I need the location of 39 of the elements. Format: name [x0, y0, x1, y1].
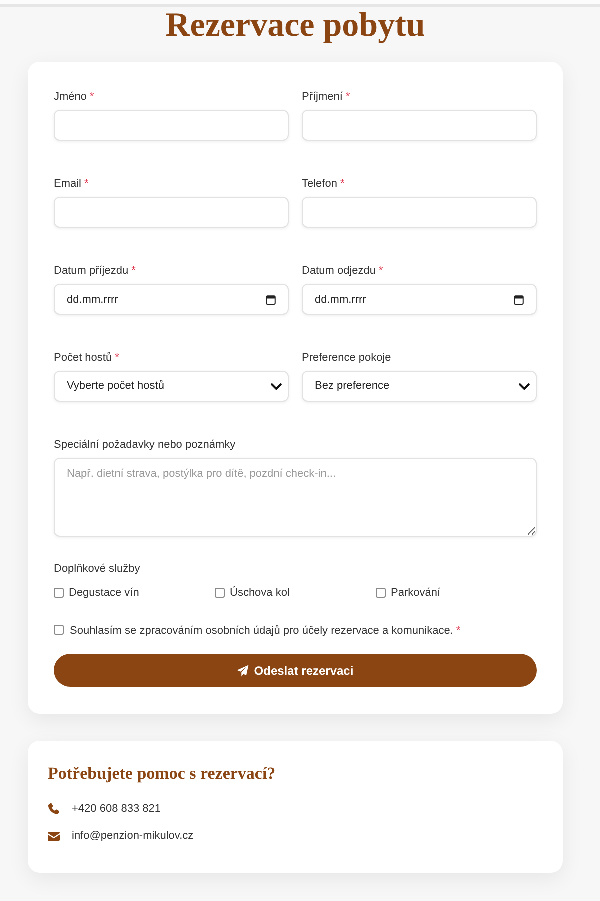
checkbox[interactable] [54, 625, 64, 635]
calendar-icon [266, 294, 276, 304]
checkbox-label: Degustace vín [69, 586, 140, 600]
field-label: Speciální požadavky nebo poznámky [54, 438, 237, 452]
select-field[interactable]: Bez preference [302, 371, 537, 402]
field-label: Jméno * [54, 90, 96, 104]
checkbox[interactable] [376, 588, 386, 598]
checkbox-label: Parkování [391, 586, 441, 600]
checkbox-label: Úschova kol [230, 586, 290, 600]
phone-number: +420 608 833 821 [72, 802, 162, 816]
page-title: Rezervace pobytu [166, 8, 426, 44]
date-input[interactable]: dd.mm.rrrr [302, 284, 537, 315]
field-label: Telefon * [302, 177, 346, 191]
text-input[interactable] [54, 197, 289, 228]
help-title: Potřebujete pomoc s rezervací? [48, 764, 277, 784]
field-label: Email * [54, 177, 90, 191]
email-address: info@penzion-mikulov.cz [72, 829, 194, 843]
text-input[interactable] [54, 110, 289, 141]
select-field[interactable]: Vyberte počet hostů [54, 371, 289, 402]
date-input[interactable]: dd.mm.rrrr [54, 284, 289, 315]
paper-plane-icon [237, 664, 250, 676]
section-label: Doplňkové služby [54, 562, 142, 576]
textarea-field[interactable]: Např. dietní strava, postýlka pro dítě, pozdní check-in... [54, 458, 537, 537]
field-label: Datum odjezdu * [302, 264, 384, 278]
text-input[interactable] [302, 197, 537, 228]
field-label: Příjmení * [302, 90, 352, 104]
checkbox[interactable] [215, 588, 225, 598]
chevron-icon [519, 383, 530, 390]
field-label: Datum příjezdu * [54, 264, 137, 278]
calendar-icon [514, 294, 524, 304]
consent-text: Souhlasím se zpracováním osobních údajů pro účely rezervace a komunikace. * [70, 624, 461, 638]
chevron-icon [271, 383, 282, 390]
field-label: Preference pokoje [302, 351, 392, 365]
phone-icon [48, 803, 60, 815]
submit-button[interactable]: Odeslat rezervaci [54, 654, 537, 687]
checkbox[interactable] [54, 588, 64, 598]
envelope-icon [48, 832, 60, 840]
text-input[interactable] [302, 110, 537, 141]
field-label: Počet hostů * [54, 351, 120, 365]
